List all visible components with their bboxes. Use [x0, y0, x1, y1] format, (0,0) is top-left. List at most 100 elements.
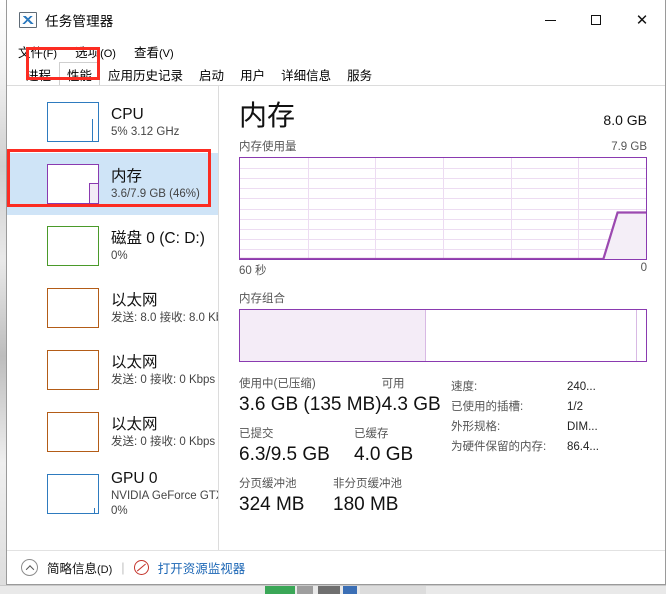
menu-file[interactable]: 文件(F) [18, 42, 57, 61]
memory-composition-bar[interactable] [239, 309, 647, 362]
maximize-icon [591, 15, 601, 25]
memory-usage-plot [240, 158, 646, 259]
screen: 任务管理器 ✕ 文件(F) 选项(O) 查看(V) 进程 性能 应用历史记录 启… [0, 0, 666, 594]
open-resource-monitor-link[interactable]: 打开资源监视器 [158, 558, 246, 577]
window-title: 任务管理器 [45, 10, 114, 30]
sidebar-item-cpu[interactable]: CPU 5% 3.12 GHz [7, 91, 218, 153]
stat-nonpaged-pool-label: 非分页缓冲池 [333, 476, 402, 492]
tab-processes-label: 进程 [26, 65, 51, 84]
memory-panel-header: 内存 8.0 GB [239, 100, 647, 132]
tab-startup[interactable]: 启动 [191, 62, 232, 85]
detail-form-factor-key: 外形规格: [451, 417, 567, 437]
taskbar-chip[interactable] [297, 586, 313, 594]
gpu-thumbnail-icon [47, 474, 99, 514]
sidebar-item-memory-sub: 3.6/7.9 GB (46%) [111, 186, 200, 202]
tab-performance-label: 性能 [67, 65, 92, 84]
maximize-button[interactable] [573, 0, 619, 40]
stat-cached-label: 已缓存 [354, 426, 413, 442]
stat-available: 可用 4.3 GB [382, 376, 441, 418]
performance-sidebar[interactable]: CPU 5% 3.12 GHz 内存 3.6/7.9 GB (46%) 磁盘 0… [7, 86, 219, 550]
taskbar[interactable] [0, 585, 666, 594]
sidebar-item-ethernet-2-sub: 发送: 0 接收: 0 Kbps [111, 372, 215, 388]
stat-inuse-value: 3.6 GB (135 MB) [239, 392, 382, 418]
menu-options[interactable]: 选项(O) [75, 42, 116, 61]
sidebar-item-ethernet-1[interactable]: 以太网 发送: 8.0 接收: 8.0 Kbp [7, 277, 218, 339]
ethernet-thumbnail-icon [47, 412, 99, 452]
minimize-button[interactable] [527, 0, 573, 40]
sidebar-item-ethernet-2[interactable]: 以太网 发送: 0 接收: 0 Kbps [7, 339, 218, 401]
tab-startup-label: 启动 [199, 65, 224, 84]
tab-details[interactable]: 详细信息 [273, 62, 339, 85]
sidebar-item-gpu-sub2: 0% [111, 504, 218, 519]
status-bar: 简略信息(D) | 打开资源监视器 [7, 550, 665, 584]
sidebar-item-disk-title: 磁盘 0 (C: D:) [111, 229, 205, 248]
sidebar-item-ethernet-3-sub: 发送: 0 接收: 0 Kbps [111, 434, 215, 450]
detail-form-factor: 外形规格: DIM... [451, 417, 599, 437]
sidebar-item-memory-title: 内存 [111, 167, 200, 186]
chart-axis-left-label: 60 秒 [239, 262, 267, 278]
menu-options-label: 选项 [75, 46, 100, 60]
menu-file-label: 文件 [18, 46, 43, 60]
sidebar-item-disk-sub: 0% [111, 248, 205, 264]
composition-segment-inuse [240, 310, 425, 361]
sidebar-item-disk[interactable]: 磁盘 0 (C: D:) 0% [7, 215, 218, 277]
stat-committed-value: 6.3/9.5 GB [239, 442, 354, 468]
memory-stats-primary: 使用中(已压缩) 3.6 GB (135 MB) 可用 4.3 GB 已提交 [239, 376, 439, 518]
fewer-details-button[interactable]: 简略信息(D) [47, 558, 112, 577]
sidebar-item-ethernet-3[interactable]: 以太网 发送: 0 接收: 0 Kbps [7, 401, 218, 463]
menu-view[interactable]: 查看(V) [134, 42, 174, 61]
cpu-spike-icon [92, 119, 96, 141]
window-controls: ✕ [527, 0, 665, 40]
sidebar-item-ethernet-1-sub: 发送: 8.0 接收: 8.0 Kbp [111, 310, 218, 326]
stat-paged-pool-value: 324 MB [239, 492, 333, 518]
sidebar-item-cpu-text: CPU 5% 3.12 GHz [111, 105, 179, 140]
fewer-details-mnemonic: (D) [97, 564, 112, 576]
memory-thumbnail-icon [47, 164, 99, 204]
taskbar-chip[interactable] [318, 586, 340, 594]
tab-bar: 进程 性能 应用历史记录 启动 用户 详细信息 服务 [7, 62, 665, 86]
resource-monitor-icon[interactable] [134, 560, 149, 575]
tab-app-history-label: 应用历史记录 [108, 65, 183, 84]
stat-inuse-label: 使用中(已压缩) [239, 376, 382, 392]
task-manager-window: 任务管理器 ✕ 文件(F) 选项(O) 查看(V) 进程 性能 应用历史记录 启… [6, 0, 666, 585]
sidebar-item-ethernet-1-text: 以太网 发送: 8.0 接收: 8.0 Kbp [111, 291, 218, 326]
task-manager-icon [19, 12, 37, 28]
sidebar-item-memory[interactable]: 内存 3.6/7.9 GB (46%) [7, 153, 218, 215]
stat-paged-pool: 分页缓冲池 324 MB [239, 476, 333, 518]
memory-panel: 内存 8.0 GB 内存使用量 7.9 GB [219, 86, 665, 550]
memory-usage-chart [239, 157, 647, 260]
tab-app-history[interactable]: 应用历史记录 [100, 62, 191, 85]
tab-services[interactable]: 服务 [339, 62, 380, 85]
menu-view-mnemonic: (V) [159, 48, 174, 60]
stat-committed: 已提交 6.3/9.5 GB [239, 426, 354, 468]
composition-divider-right [636, 310, 637, 361]
title-bar: 任务管理器 ✕ [7, 0, 665, 40]
tab-performance[interactable]: 性能 [59, 62, 100, 85]
taskbar-chip[interactable] [343, 586, 357, 594]
stat-cached-value: 4.0 GB [354, 442, 413, 468]
stat-paged-pool-label: 分页缓冲池 [239, 476, 333, 492]
minimize-icon [545, 20, 556, 21]
sidebar-item-ethernet-3-title: 以太网 [111, 415, 215, 434]
detail-slots-used-key: 已使用的插槽: [451, 397, 567, 417]
composition-segment-available [426, 310, 646, 361]
chevron-up-icon[interactable] [21, 559, 38, 576]
detail-speed: 速度: 240... [451, 377, 599, 397]
memory-usage-caption-row: 内存使用量 7.9 GB [239, 138, 647, 154]
footer-separator: | [121, 560, 124, 575]
taskbar-chip[interactable] [265, 586, 295, 594]
tab-users[interactable]: 用户 [232, 62, 273, 85]
sidebar-item-memory-text: 内存 3.6/7.9 GB (46%) [111, 167, 200, 202]
stat-row-committed-cached: 已提交 6.3/9.5 GB 已缓存 4.0 GB [239, 426, 439, 468]
memory-usage-caption: 内存使用量 [239, 138, 297, 154]
close-button[interactable]: ✕ [619, 0, 665, 40]
stat-row-pools: 分页缓冲池 324 MB 非分页缓冲池 180 MB [239, 476, 439, 518]
taskbar-chip[interactable] [360, 586, 426, 594]
sidebar-item-gpu[interactable]: GPU 0 NVIDIA GeForce GTX 0% [7, 463, 218, 525]
memory-total: 8.0 GB [603, 100, 647, 128]
fewer-details-label: 简略信息 [47, 562, 97, 576]
window-body: CPU 5% 3.12 GHz 内存 3.6/7.9 GB (46%) 磁盘 0… [7, 86, 665, 550]
tab-processes[interactable]: 进程 [18, 62, 59, 85]
memory-composition-caption: 内存组合 [239, 290, 647, 306]
stat-committed-label: 已提交 [239, 426, 354, 442]
